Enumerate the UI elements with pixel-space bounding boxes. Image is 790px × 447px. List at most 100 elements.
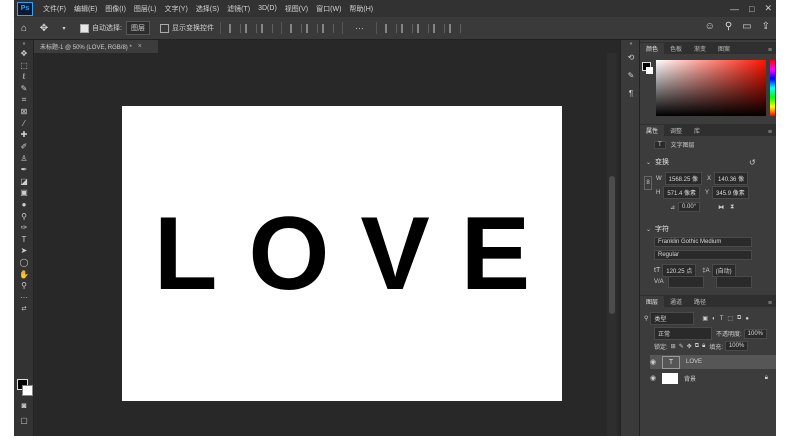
layer-row-love[interactable]: ◉ T LOVE xyxy=(650,355,776,369)
panel-menu-icon[interactable]: ≡ xyxy=(768,129,772,136)
width-field[interactable]: 1568.25 像 xyxy=(664,172,703,185)
filter-shape-icon[interactable]: ⬚ xyxy=(727,315,733,322)
auto-select-dropdown[interactable]: 图层 xyxy=(125,21,150,35)
align-top-icon[interactable] xyxy=(289,23,302,33)
blur-tool-icon[interactable]: ● xyxy=(14,199,34,211)
kerning-field[interactable] xyxy=(667,276,704,288)
background-color-swatch[interactable] xyxy=(22,385,33,396)
font-family-dropdown[interactable]: Franklin Gothic Medium xyxy=(654,237,752,247)
menu-help[interactable]: 帮助(H) xyxy=(345,4,377,14)
panel-menu-icon[interactable]: ≡ xyxy=(768,300,772,307)
eyedropper-tool-icon[interactable]: ⁄ xyxy=(14,118,34,130)
3d-orbit-icon[interactable] xyxy=(384,23,397,33)
filter-type-icon[interactable]: T xyxy=(720,316,724,322)
panel-color-swatches[interactable] xyxy=(642,62,654,76)
quick-mask-icon[interactable]: ◙ xyxy=(14,400,34,412)
chevron-down-icon[interactable]: ⌄ xyxy=(646,159,651,166)
quick-select-tool-icon[interactable]: ✎ xyxy=(14,83,34,95)
eye-icon[interactable]: ◉ xyxy=(650,358,658,366)
color-swatches[interactable] xyxy=(17,379,33,396)
height-field[interactable]: 571.4 像素 xyxy=(663,186,701,199)
clone-stamp-tool-icon[interactable]: ♙ xyxy=(14,152,34,164)
collapse-icon[interactable]: « xyxy=(621,40,641,48)
collapse-icon[interactable]: » xyxy=(14,40,34,48)
history-brush-tool-icon[interactable]: ✒ xyxy=(14,164,34,176)
tab-paths[interactable]: 路径 xyxy=(688,296,712,307)
filter-pixel-icon[interactable]: ▣ xyxy=(702,315,708,322)
layer-filter-dropdown[interactable]: 类型 xyxy=(650,312,695,325)
tab-patterns[interactable]: 图案 xyxy=(712,43,736,54)
frame-tool-icon[interactable]: ⊠ xyxy=(14,106,34,118)
filter-smart-icon[interactable]: ⧉ xyxy=(737,315,741,322)
close-tab-icon[interactable]: × xyxy=(138,43,142,50)
background-color-swatch[interactable] xyxy=(646,67,653,74)
minimize-icon[interactable]: — xyxy=(730,4,739,14)
link-icon[interactable]: 8 xyxy=(644,176,652,190)
pen-tool-icon[interactable]: ✑ xyxy=(14,222,34,234)
lasso-tool-icon[interactable]: ℓ xyxy=(14,71,34,83)
canvas-workspace[interactable]: LOVE xyxy=(35,53,620,436)
menu-image[interactable]: 图像(I) xyxy=(101,4,130,14)
tab-gradients[interactable]: 渐变 xyxy=(688,43,712,54)
eye-icon[interactable]: ◉ xyxy=(650,374,658,382)
reset-icon[interactable]: ↺ xyxy=(749,158,756,167)
lock-transparent-icon[interactable]: ⊞ xyxy=(671,343,676,350)
share-icon[interactable]: ☺ xyxy=(705,21,715,32)
move-tool-icon[interactable]: ✥ xyxy=(38,22,50,34)
edit-toolbar-icon[interactable]: ··· xyxy=(14,291,34,303)
workspace-icon[interactable]: ▭ xyxy=(742,21,751,32)
menu-window[interactable]: 窗口(W) xyxy=(312,4,345,14)
document-canvas[interactable]: LOVE xyxy=(122,106,562,401)
lock-pixels-icon[interactable]: ✎ xyxy=(679,343,684,350)
filter-toggle-icon[interactable]: ● xyxy=(745,316,749,322)
healing-brush-tool-icon[interactable]: ✚ xyxy=(14,129,34,141)
filter-adjustment-icon[interactable]: ◐ xyxy=(712,316,716,322)
tab-adjustments[interactable]: 调整 xyxy=(664,125,688,136)
3d-pan-icon[interactable] xyxy=(416,23,429,33)
tab-color[interactable]: 颜色 xyxy=(640,43,665,54)
crop-tool-icon[interactable]: ⌗ xyxy=(14,94,34,106)
tab-channels[interactable]: 通道 xyxy=(664,296,688,307)
3d-scale-icon[interactable] xyxy=(448,23,461,33)
paragraph-icon[interactable]: ¶ xyxy=(621,84,641,102)
document-tab[interactable]: 未标题-1 @ 50% (LOVE, RGB/8) * × xyxy=(34,40,158,53)
tracking-field[interactable] xyxy=(715,276,752,288)
fill-field[interactable]: 100% xyxy=(724,341,749,351)
x-field[interactable]: 140.36 像 xyxy=(714,172,749,185)
chevron-down-icon[interactable]: ⌄ xyxy=(646,226,651,233)
opacity-field[interactable]: 100% xyxy=(743,328,768,339)
menu-view[interactable]: 视图(V) xyxy=(281,4,312,14)
screen-mode-icon[interactable]: ▢ xyxy=(14,415,34,427)
brush-tool-icon[interactable]: ✐ xyxy=(14,141,34,153)
menu-filter[interactable]: 滤镜(T) xyxy=(223,4,254,14)
panel-menu-icon[interactable]: ≡ xyxy=(768,47,772,54)
lock-position-icon[interactable]: ✥ xyxy=(687,343,692,350)
move-tool-icon[interactable]: ✥ xyxy=(14,48,34,60)
swap-colors-icon[interactable]: ⇄ xyxy=(14,303,34,315)
y-field[interactable]: 345.9 像素 xyxy=(712,186,749,199)
lock-artboard-icon[interactable]: ⧉ xyxy=(695,343,699,350)
hue-slider[interactable] xyxy=(770,60,775,116)
chevron-down-icon[interactable]: ▾ xyxy=(58,22,70,34)
brush-settings-icon[interactable]: ✎ xyxy=(621,66,641,84)
hand-tool-icon[interactable]: ✋ xyxy=(14,268,34,280)
tab-swatches[interactable]: 色板 xyxy=(664,43,688,54)
align-left-icon[interactable] xyxy=(228,23,241,33)
menu-3d[interactable]: 3D(D) xyxy=(254,5,281,12)
history-icon[interactable]: ⟲ xyxy=(621,48,641,66)
tab-libraries[interactable]: 库 xyxy=(688,125,706,136)
menu-edit[interactable]: 编辑(E) xyxy=(70,4,101,14)
3d-roll-icon[interactable] xyxy=(400,23,413,33)
color-picker-field[interactable] xyxy=(656,60,766,116)
menu-type[interactable]: 文字(Y) xyxy=(160,4,191,14)
menu-select[interactable]: 选择(S) xyxy=(192,4,223,14)
canvas-scrollbar[interactable] xyxy=(607,53,617,436)
align-right-icon[interactable] xyxy=(260,23,273,33)
menu-layer[interactable]: 图层(L) xyxy=(130,4,161,14)
tab-layers[interactable]: 图层 xyxy=(640,296,665,307)
font-style-dropdown[interactable]: Regular xyxy=(654,250,752,260)
shape-tool-icon[interactable]: ◯ xyxy=(14,257,34,269)
align-middle-icon[interactable] xyxy=(305,23,318,33)
zoom-tool-icon[interactable]: ⚲ xyxy=(14,280,34,292)
auto-select-checkbox[interactable] xyxy=(80,23,89,33)
